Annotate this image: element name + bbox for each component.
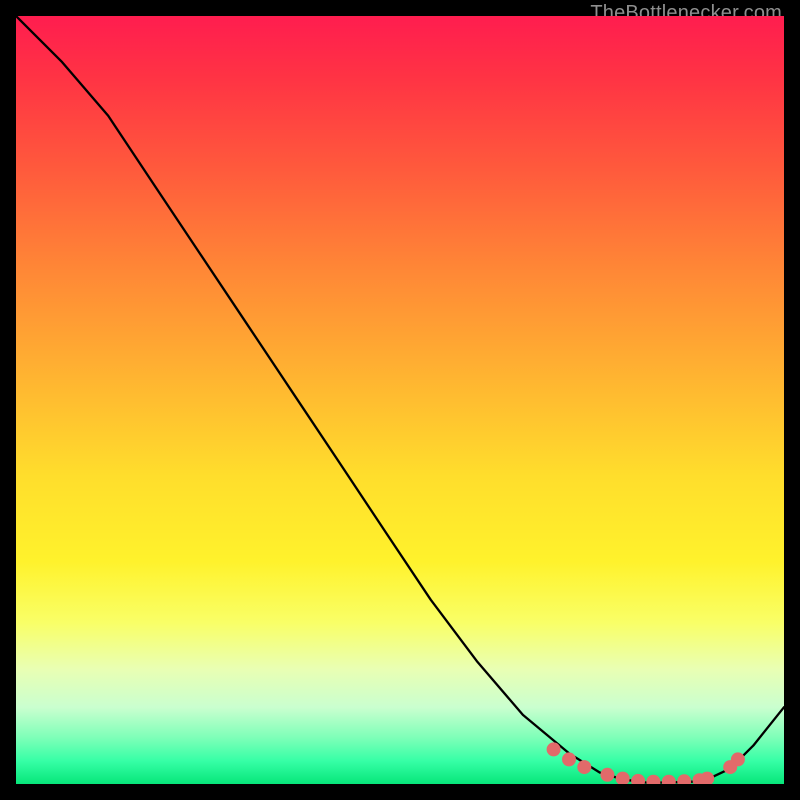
highlight-dot	[547, 742, 561, 756]
plot-area	[16, 16, 784, 784]
highlight-dot	[646, 775, 660, 784]
highlight-dot	[600, 768, 614, 782]
bottleneck-curve	[16, 16, 784, 783]
chart-svg	[16, 16, 784, 784]
highlight-dot	[562, 752, 576, 766]
highlight-dot	[700, 772, 714, 784]
highlight-dot	[677, 774, 691, 784]
chart-stage: TheBottlenecker.com	[0, 0, 800, 800]
highlight-dot	[662, 775, 676, 784]
highlight-dot	[731, 752, 745, 766]
highlight-dot	[631, 774, 645, 784]
highlight-dot	[616, 772, 630, 784]
highlight-dot	[577, 760, 591, 774]
